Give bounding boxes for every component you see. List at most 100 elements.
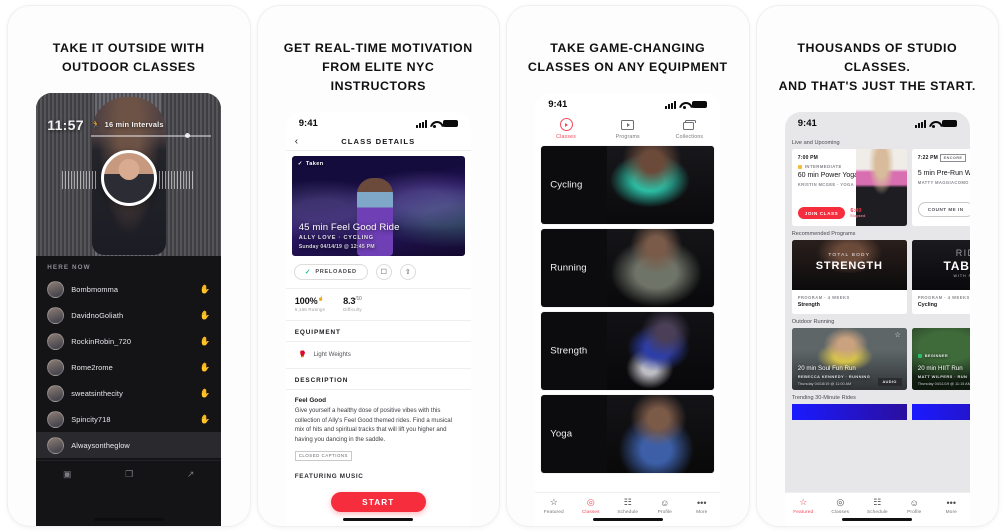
start-button[interactable]: START [330, 492, 426, 512]
program-meta: PROGRAM · 4 WEEKS Strength [792, 290, 907, 314]
here-now-header: HERE NOW [47, 264, 91, 271]
bookmark-icon[interactable]: ☆ [894, 331, 900, 339]
outdoor-card-row: ☆ 20 min Soul Fun Run REBECCA KENNEDY · … [785, 328, 970, 390]
run-title: 20 min HIIT Run [917, 365, 963, 372]
running-person-icon: 🏃 [91, 120, 101, 129]
status-time: 9:41 [548, 99, 568, 110]
taken-badge: ✓ Taken [298, 161, 324, 167]
tab-collections[interactable]: Collections [659, 118, 721, 140]
live-class-card[interactable]: 7:22 PM ENCORE 5 min Pre-Run W MATTY MAG… [911, 149, 970, 226]
run-instructor: REBECCA KENNEDY · RUNNING [797, 374, 871, 379]
category-card-strength[interactable]: Strength [541, 312, 715, 390]
metrics-icon[interactable]: ↗ [187, 469, 195, 480]
preloaded-label: PRELOADED [315, 269, 357, 275]
tabbar-item-featured[interactable]: ☆ Featured [785, 497, 822, 515]
tabbar-item-classes[interactable]: ◎ Classes [572, 497, 609, 515]
artwork-line-1: TOTAL BODY [828, 253, 871, 258]
rating-label: 5,166 Ratings [294, 307, 326, 313]
share-button[interactable]: ⇧ [399, 264, 416, 280]
program-card[interactable]: TOTAL BODY STRENGTH PROGRAM · 4 WEEKS St… [791, 240, 907, 314]
calendar-icon: ☷ [873, 497, 882, 507]
app-store-screenshot-3: TAKE GAME-CHANGING CLASSES ON ANY EQUIPM… [507, 6, 749, 526]
preloaded-button[interactable]: ✓ PRELOADED [293, 264, 368, 280]
app-store-screenshot-2: GET REAL-TIME MOTIVATION FROM ELITE NYC … [257, 6, 499, 526]
taken-label: Taken [305, 161, 324, 167]
app-store-screenshot-4: THOUSANDS OF STUDIO CLASSES. AND THAT'S … [756, 6, 998, 526]
tab-programs[interactable]: Programs [597, 118, 659, 140]
tabbar-item-featured[interactable]: ☆ Featured [535, 497, 572, 515]
tabbar-item-profile[interactable]: ☺ Profile [896, 497, 933, 516]
tabbar-item-more[interactable]: ••• More [933, 497, 970, 516]
tabbar-item-profile[interactable]: ☺ Profile [646, 497, 683, 516]
high-five-icon[interactable]: ✋ [200, 388, 211, 399]
run-level: BEGINNER [917, 354, 948, 358]
rating-value: 100% [294, 296, 318, 307]
leaderboard-icon[interactable]: ▣ [63, 469, 72, 480]
grid-icon[interactable]: ❐ [125, 469, 133, 480]
progress-track[interactable] [91, 133, 212, 138]
high-five-icon[interactable]: ✋ [200, 284, 211, 295]
high-five-icon[interactable]: ✋ [200, 362, 211, 373]
back-button[interactable]: ‹ [295, 136, 298, 147]
program-name: Strength [797, 302, 820, 308]
join-class-button[interactable]: JOIN CLASS [797, 207, 846, 219]
trending-card[interactable] [791, 404, 907, 420]
high-five-icon[interactable]: ✋ [200, 310, 211, 321]
instructor-avatar[interactable] [100, 150, 157, 206]
list-item[interactable]: RockinRobin_720 ✋ [36, 328, 221, 354]
home-indicator [93, 517, 164, 521]
member-name: DavidnoGoliath [71, 310, 124, 320]
tabbar-label: Featured [793, 510, 814, 515]
category-label: Yoga [550, 428, 573, 440]
category-card-cycling[interactable]: Cycling [541, 146, 715, 224]
high-five-icon[interactable]: ✋ [200, 336, 211, 347]
cellular-signal-icon [914, 119, 926, 128]
bookmark-button[interactable]: ☐ [375, 264, 392, 280]
tabbar-label: Classes [831, 510, 850, 515]
tabbar-item-classes[interactable]: ◎ Classes [822, 497, 859, 515]
outdoor-class-video[interactable]: 11:57 🏃 16 min Intervals [36, 93, 222, 256]
avatar [47, 332, 65, 350]
star-icon: ☆ [549, 497, 558, 507]
list-item[interactable]: DavidnoGoliath ✋ [36, 302, 221, 328]
nav-bar: ‹ CLASS DETAILS [285, 132, 471, 151]
headline-line-1: TAKE GAME-CHANGING [550, 41, 706, 55]
tabbar-item-more[interactable]: ••• More [683, 497, 720, 516]
wifi-icon [929, 120, 939, 128]
high-five-icon[interactable]: ✋ [200, 414, 211, 425]
outdoor-run-card[interactable]: ☆ 20 min Soul Fun Run REBECCA KENNEDY · … [791, 328, 907, 390]
tabbar-item-schedule[interactable]: ☷ Schedule [859, 497, 896, 515]
cellular-signal-icon [665, 100, 677, 109]
category-card-yoga[interactable]: Yoga [541, 395, 715, 473]
list-item[interactable]: Rome2rome ✋ [36, 354, 221, 380]
here-now-list: HERE NOW Bombmomma ✋ DavidnoGoliath ✋ Ro… [36, 256, 222, 458]
count-me-in-button[interactable]: COUNT ME IN [917, 202, 970, 217]
phone-mockup-4: 9:41 Live and Upcoming 7:00 PM INTERMEDI… [784, 112, 970, 526]
level-label: INTERMEDIATE [804, 164, 842, 169]
section-header-trending: Trending 30-Minute Rides [791, 395, 856, 401]
audio-wave-left-icon [62, 171, 99, 189]
status-bar: 9:41 [535, 93, 720, 113]
run-date: Thursday 04/18/19 @ 11:00 AM [797, 382, 852, 386]
list-item[interactable]: Bombmomma ✋ [36, 276, 221, 302]
program-card-row: TOTAL BODY STRENGTH PROGRAM · 4 WEEKS St… [785, 240, 970, 314]
class-hero-meta: 45 min Feel Good Ride ALLY LOVE · CYCLIN… [299, 222, 458, 250]
headline-line-2: AND THAT'S JUST THE START. [778, 79, 976, 93]
list-item[interactable]: sweatsinthecity ✋ [36, 380, 221, 406]
category-card-running[interactable]: Running [541, 229, 715, 307]
member-name: sweatsinthecity [71, 388, 123, 398]
elapsed-indicator: 6:49 Elapsed [850, 208, 865, 218]
trending-card[interactable] [911, 404, 970, 420]
tab-classes[interactable]: Classes [535, 118, 597, 140]
class-hero-image[interactable]: ✓ Taken 45 min Feel Good Ride ALLY LOVE … [291, 156, 465, 256]
section-header-outdoor: Outdoor Running [791, 319, 835, 325]
list-item-current-user[interactable]: Alwaysontheglow [36, 432, 222, 458]
list-item[interactable]: Spincity718 ✋ [36, 406, 221, 432]
person-icon: ☺ [660, 497, 670, 508]
program-duration: PROGRAM · 4 WEEKS [797, 295, 850, 300]
program-card[interactable]: RIDE TABATA WITH ROBIN PROGRAM · 4 WEEKS… [911, 240, 970, 314]
live-class-card[interactable]: 7:00 PM INTERMEDIATE 60 min Power Yoga K… [791, 149, 907, 226]
tabbar-item-schedule[interactable]: ☷ Schedule [609, 497, 646, 515]
cycling-photo [607, 146, 715, 224]
outdoor-run-card[interactable]: BEGINNER 20 min HIIT Run MATT WILPERS · … [911, 328, 970, 390]
